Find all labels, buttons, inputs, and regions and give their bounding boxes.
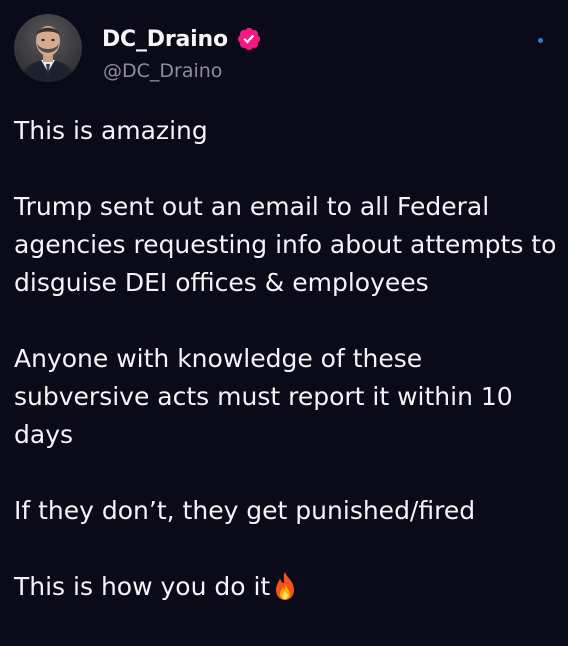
tweet-paragraph-text: This is how you do it [14,572,271,601]
more-dot-icon [537,37,543,43]
author-name-row: DC_Draino [102,24,262,54]
tweet-paragraph: This is amazing [14,116,208,145]
tweet-paragraph: Trump sent out an email to all Federal a… [14,192,557,297]
tweet-text: This is amazing Trump sent out an email … [14,112,562,606]
tweet-card: DC_Draino @DC_Draino This is amazing Tru… [0,0,568,646]
display-name[interactable]: DC_Draino [102,27,228,52]
author-handle[interactable]: @DC_Draino [103,60,222,82]
verified-badge-icon [236,26,262,52]
more-options-button[interactable] [536,36,544,44]
tweet-paragraph-last: This is how you do it [14,568,562,606]
fire-icon [271,571,299,601]
tweet-header: DC_Draino @DC_Draino [14,14,554,86]
tweet-paragraph: If they don’t, they get punished/fired [14,496,476,525]
tweet-paragraph: Anyone with knowledge of these subversiv… [14,344,513,449]
avatar[interactable] [14,14,82,82]
